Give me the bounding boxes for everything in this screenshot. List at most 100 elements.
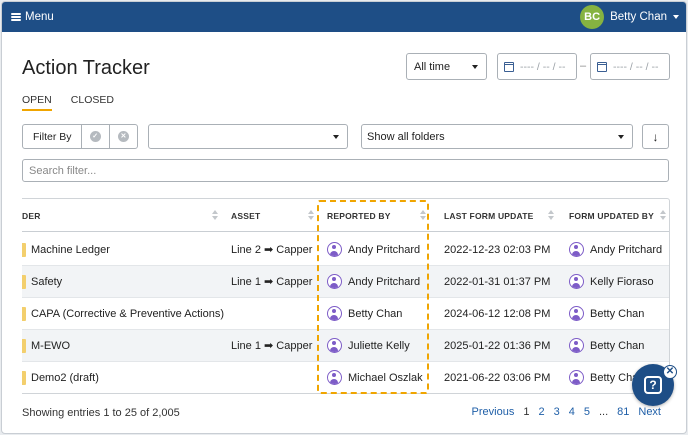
table-row[interactable]: Machine Ledger Line 2 ➡ Capper Andy Prit…	[22, 234, 669, 266]
tab-closed[interactable]: CLOSED	[71, 94, 114, 111]
sort-icon[interactable]	[660, 210, 666, 222]
folder-cell: M-EWO	[31, 339, 71, 352]
asset-cell: Line 1 ➡ Capper	[231, 276, 313, 288]
reported-by-name: Betty Chan	[348, 307, 403, 320]
table-row[interactable]: Safety Line 1 ➡ Capper Andy Pritchard 20…	[22, 266, 669, 298]
user-menu[interactable]: BC Betty Chan	[580, 5, 679, 29]
reported-by-name: Juliette Kelly	[348, 339, 410, 352]
asset-cell: Line 2 ➡ Capper	[231, 244, 313, 256]
column-header-form-updated-by[interactable]: FORM UPDATED BY	[569, 199, 654, 232]
reported-by-name: Michael Oszlak	[348, 371, 423, 384]
last-update-cell: 2021-06-22 03:06 PM	[444, 371, 551, 384]
user-icon	[327, 306, 342, 321]
status-flag	[22, 243, 26, 257]
app-window: Menu BC Betty Chan Action Tracker All ti…	[1, 1, 687, 434]
user-icon	[327, 242, 342, 257]
last-update-cell: 2022-12-23 02:03 PM	[444, 243, 551, 256]
user-icon	[569, 338, 584, 353]
actions-table: DER ASSET REPORTED BY LAST FORM UPDATE F…	[22, 198, 670, 394]
chevron-down-icon	[472, 65, 478, 69]
close-help-button[interactable]: ✕	[663, 365, 677, 379]
updated-by-cell: Kelly Fioraso	[569, 266, 654, 297]
folder-cell: Demo2 (draft)	[31, 371, 99, 384]
sort-icon[interactable]	[420, 210, 426, 222]
calendar-icon	[597, 61, 607, 72]
page-link-1[interactable]: 1	[523, 406, 529, 418]
column-header-last-form-update[interactable]: LAST FORM UPDATE	[444, 199, 533, 232]
previous-page-link[interactable]: Previous	[472, 406, 515, 418]
status-tabs: OPEN CLOSED	[22, 94, 114, 111]
sort-icon[interactable]	[212, 210, 218, 222]
time-filter-select[interactable]: All time	[406, 53, 487, 80]
page-link-last[interactable]: 81	[617, 406, 629, 418]
filter-field-select[interactable]	[148, 124, 348, 149]
reported-by-cell: Betty Chan	[327, 298, 402, 329]
sort-direction-button[interactable]: ↓	[642, 124, 669, 149]
column-header-reported-by[interactable]: REPORTED BY	[327, 199, 391, 232]
last-update-cell: 2025-01-22 01:36 PM	[444, 339, 551, 352]
status-flag	[22, 339, 26, 353]
folder-cell: Machine Ledger	[31, 243, 110, 256]
menu-label: Menu	[25, 11, 54, 23]
reported-by-name: Andy Pritchard	[348, 243, 421, 256]
table-header: DER ASSET REPORTED BY LAST FORM UPDATE F…	[22, 199, 669, 232]
calendar-icon	[504, 61, 514, 72]
last-update-cell: 2024-06-12 12:08 PM	[444, 307, 551, 320]
table-row[interactable]: M-EWO Line 1 ➡ Capper Juliette Kelly 202…	[22, 330, 669, 362]
date-range-separator: –	[580, 60, 587, 72]
check-icon: ✓	[89, 131, 101, 142]
user-name: Betty Chan	[610, 11, 667, 23]
end-date-input[interactable]: ---- / -- / --	[590, 53, 670, 80]
table-row[interactable]: Demo2 (draft) Michael Oszlak 2021-06-22 …	[22, 362, 669, 393]
sort-icon[interactable]	[308, 210, 314, 222]
end-date-placeholder: ---- / -- / --	[613, 60, 659, 73]
tab-open[interactable]: OPEN	[22, 94, 52, 111]
updated-by-name: Betty Chan	[590, 307, 645, 320]
filter-by-label: Filter By	[23, 125, 82, 148]
reported-by-cell: Andy Pritchard	[327, 266, 420, 297]
status-flag	[22, 307, 26, 321]
updated-by-name: Kelly Fioraso	[590, 275, 654, 288]
user-icon	[569, 306, 584, 321]
table-row[interactable]: CAPA (Corrective & Preventive Actions) B…	[22, 298, 669, 330]
updated-by-cell: Betty Chan	[569, 330, 644, 361]
sort-icon[interactable]	[548, 210, 554, 222]
reported-by-name: Andy Pritchard	[348, 275, 421, 288]
chevron-down-icon	[673, 15, 679, 19]
updated-by-cell: Andy Pritchard	[569, 234, 662, 265]
page-link-5[interactable]: 5	[584, 406, 590, 418]
start-date-input[interactable]: ---- / -- / --	[497, 53, 577, 80]
status-flag	[22, 275, 26, 289]
time-filter-value: All time	[414, 60, 451, 73]
user-icon	[569, 274, 584, 289]
user-icon	[569, 242, 584, 257]
updated-by-name: Andy Pritchard	[590, 243, 663, 256]
page-link-3[interactable]: 3	[554, 406, 560, 418]
user-icon	[327, 274, 342, 289]
folder-select-value: Show all folders	[367, 130, 445, 143]
pagination-ellipsis: ...	[598, 406, 609, 418]
apply-filter-button[interactable]: ✓	[82, 125, 110, 148]
reported-by-cell: Andy Pritchard	[327, 234, 420, 265]
next-page-link[interactable]: Next	[638, 406, 661, 418]
column-header-asset[interactable]: ASSET	[231, 199, 260, 232]
menu-button[interactable]: Menu	[11, 11, 54, 23]
entries-info: Showing entries 1 to 25 of 2,005	[22, 407, 180, 419]
folder-select[interactable]: Show all folders	[361, 124, 633, 149]
asset-cell: Line 1 ➡ Capper	[231, 340, 313, 352]
chevron-down-icon	[333, 135, 339, 139]
filter-by-group: Filter By ✓ ✕	[22, 124, 138, 149]
search-input[interactable]	[22, 159, 669, 182]
page-link-4[interactable]: 4	[569, 406, 575, 418]
help-icon: ?	[644, 376, 662, 394]
reported-by-cell: Michael Oszlak	[327, 362, 423, 393]
avatar: BC	[580, 5, 605, 29]
folder-cell: CAPA (Corrective & Preventive Actions)	[31, 307, 224, 320]
page-title: Action Tracker	[22, 57, 150, 79]
column-header-folder[interactable]: DER	[22, 199, 41, 232]
page-link-2[interactable]: 2	[538, 406, 544, 418]
last-update-cell: 2022-01-31 01:37 PM	[444, 275, 551, 288]
clear-filter-button[interactable]: ✕	[110, 125, 137, 148]
status-flag	[22, 371, 26, 385]
reported-by-cell: Juliette Kelly	[327, 330, 410, 361]
